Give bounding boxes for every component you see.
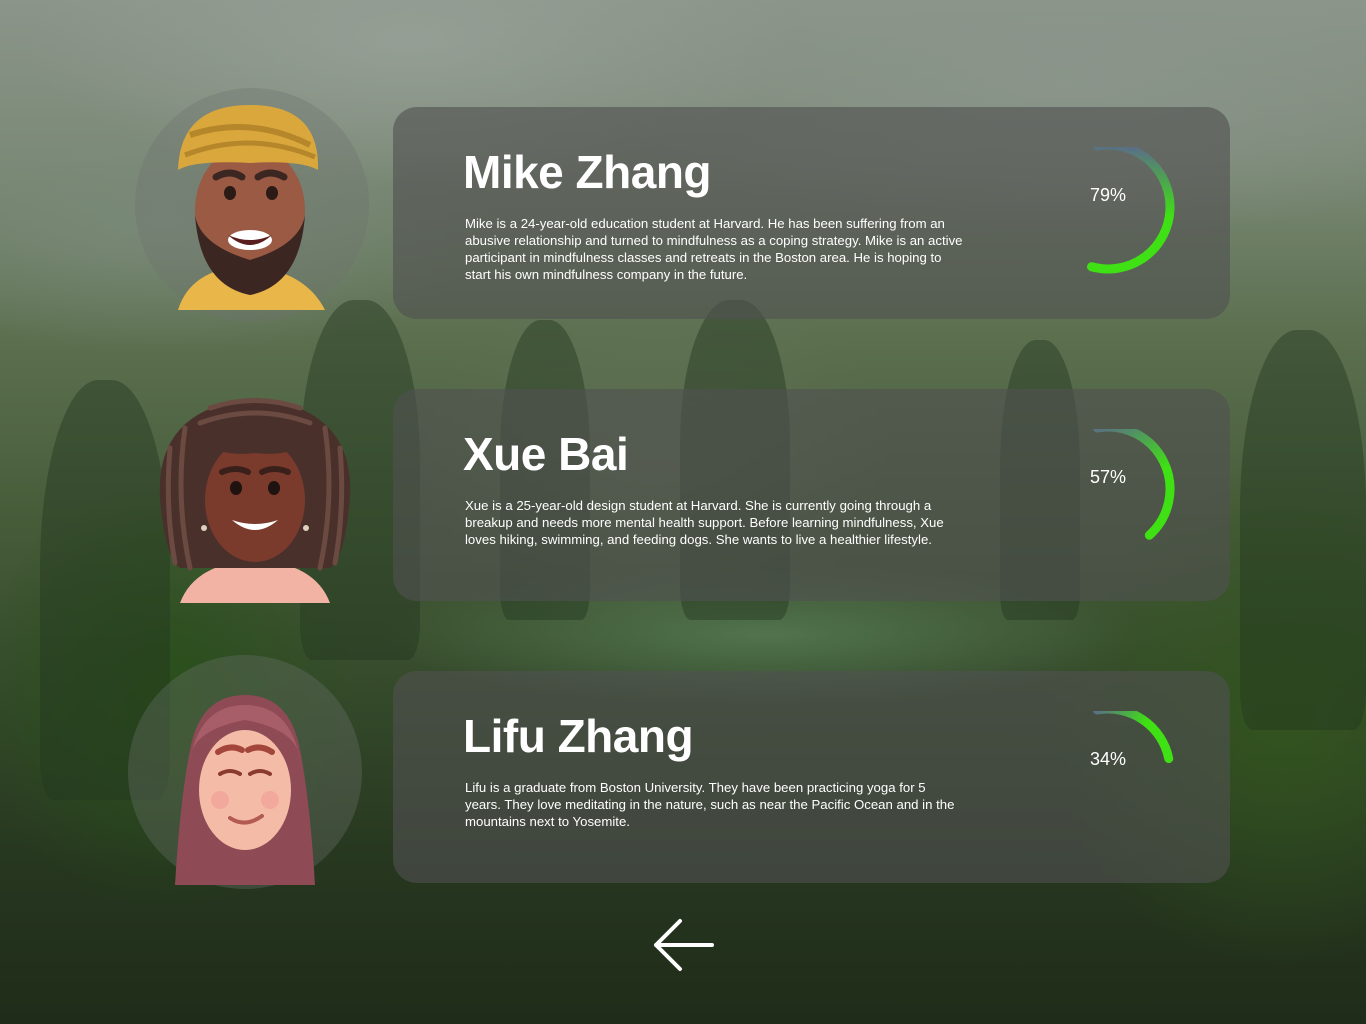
profile-name: Xue Bai (463, 428, 629, 480)
profile-bio: Lifu is a graduate from Boston Universit… (465, 780, 955, 829)
profile-name: Lifu Zhang (463, 710, 694, 762)
progress-percent: 79% (1089, 185, 1127, 205)
hijab-woman-avatar-icon (175, 695, 315, 885)
mountain-peak (1240, 330, 1366, 730)
profile-card[interactable]: Lifu Zhang Lifu is a graduate from Bosto… (393, 671, 1230, 883)
progress-gauge (1092, 711, 1174, 764)
profile-name: Mike Zhang (463, 146, 712, 198)
profile-card[interactable]: Mike Zhang Mike is a 24-year-old educati… (393, 107, 1230, 319)
turban-man-avatar-icon (178, 105, 325, 310)
profile-card[interactable]: Xue Bai Xue is a 25-year-old design stud… (393, 389, 1230, 601)
progress-gauge (1087, 147, 1175, 274)
progress-percent: 34% (1089, 749, 1127, 769)
profile-bio: Xue is a 25-year-old design student at H… (465, 498, 944, 547)
progress-percent: 57% (1089, 467, 1127, 487)
locs-woman-avatar-icon (159, 398, 351, 603)
progress-arc (1087, 147, 1175, 274)
progress-gauge (1092, 429, 1175, 540)
profile-bio: Mike is a 24-year-old education student … (465, 216, 963, 282)
back-arrow-icon[interactable] (650, 916, 716, 974)
